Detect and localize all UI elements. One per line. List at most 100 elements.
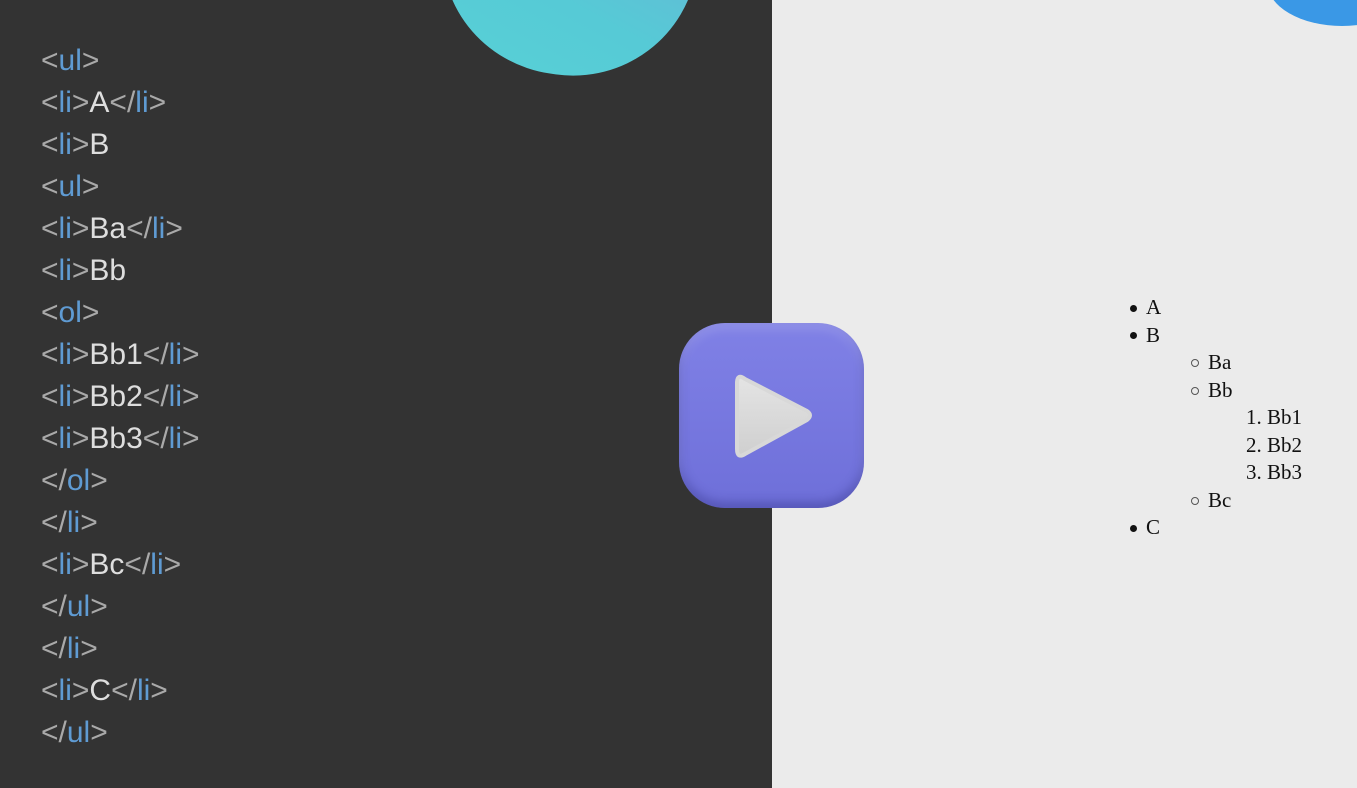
list-number: 3. [1246,460,1267,484]
list-item-text: Bb1 [1267,405,1303,429]
code-bracket: > [165,212,183,245]
code-bracket: < [41,86,59,119]
code-tag-name: li [58,674,72,707]
code-bracket: > [71,338,90,371]
code-text: A [89,86,110,119]
code-bracket: > [90,590,108,623]
list-item-text: A [1146,295,1162,319]
bullet-disc-icon [1130,524,1137,532]
code-tag-name: li [150,548,164,581]
list-item: 3. Bb3 [1120,459,1302,487]
code-tag-name: li [136,674,151,707]
code-bracket: > [90,716,108,749]
code-line: <li>Bb [41,250,200,292]
code-bracket: </ [41,632,67,665]
code-tag-name: li [135,86,149,119]
code-line: </ol> [41,460,200,502]
play-icon [735,374,812,458]
code-line: </li> [41,502,200,544]
code-tag-name: li [151,212,166,245]
code-bracket: </ [142,422,169,455]
code-bracket: > [71,128,90,161]
code-text: Bc [89,548,125,581]
code-line: <ul> [41,166,200,208]
code-line: <ul> [41,40,200,82]
bullet-disc-icon [1130,304,1137,312]
list-item-text: C [1146,515,1161,539]
code-bracket: </ [109,86,136,119]
list-item: 1. Bb1 [1120,404,1302,432]
code-bracket: < [41,128,59,161]
code-bracket: > [163,548,182,581]
decorative-blob-corner [1267,0,1357,26]
list-number: 2. [1246,432,1267,457]
code-line: <li>C</li> [41,670,200,712]
list-item: B [1120,322,1302,350]
code-bracket: > [80,506,98,539]
code-bracket: < [41,380,59,413]
code-text: Ba [89,212,127,245]
code-tag-name: ul [66,716,91,749]
code-tag-name: li [58,380,72,413]
code-bracket: < [41,548,59,581]
list-item-text: Bb [1208,377,1233,402]
code-line: <li>B [41,124,200,166]
code-tag-name: ol [66,464,91,497]
code-tag-name: li [168,338,182,371]
code-tag-name: li [168,422,182,455]
code-bracket: </ [142,380,169,413]
bullet-circle-icon [1191,386,1199,395]
code-text: Bb3 [89,422,143,455]
code-line: </ul> [41,586,200,628]
code-bracket: > [71,548,90,581]
code-bracket: > [81,170,100,203]
list-item: A [1120,294,1302,322]
code-bracket: </ [142,338,169,371]
list-item-text: B [1146,322,1161,347]
code-bracket: < [41,170,59,203]
list-item-text: Bc [1208,487,1232,512]
code-line: <li>Bb3</li> [41,418,200,460]
code-text: B [89,128,110,161]
code-tag-name: li [58,548,72,581]
code-text: C [89,674,112,707]
code-text: Bb1 [89,338,143,371]
code-bracket: < [41,296,59,329]
list-item-text: Bb3 [1267,460,1303,484]
code-tag-name: ul [58,170,82,203]
code-bracket: > [71,212,90,245]
code-line: <li>Ba</li> [41,208,200,250]
list-item: Ba [1120,349,1302,377]
decorative-blob [426,0,709,92]
code-bracket: </ [111,674,137,707]
code-tag-name: ol [58,296,82,329]
bullet-circle-icon [1191,496,1199,505]
list-item-text: Ba [1208,350,1232,374]
code-bracket: > [182,338,200,371]
code-line: </li> [41,628,200,670]
code-bracket: < [41,674,59,707]
code-tag-name: li [58,128,72,161]
code-tag-name: li [66,632,81,665]
code-bracket: > [81,296,100,329]
code-bracket: > [71,422,90,455]
code-bracket: </ [41,716,67,749]
code-tag-name: li [58,422,72,455]
code-panel: <ul> <li>A</li> <li>B <ul> <li>Ba</li> <li>Bb… [0,0,772,788]
code-tag-name: li [58,338,72,371]
code-bracket: </ [41,506,67,539]
code-line: </ul> [41,712,200,754]
code-bracket: </ [41,464,67,497]
code-bracket: > [80,632,98,665]
bullet-circle-icon [1191,359,1199,368]
code-tag-name: li [168,380,182,413]
list-item: 2. Bb2 [1120,432,1302,460]
play-button[interactable] [679,323,864,508]
code-tag-name: li [58,254,72,287]
code-bracket: > [71,674,90,707]
code-tag-name: li [66,506,81,539]
code-bracket: </ [124,548,151,581]
list-item: Bb [1120,377,1302,405]
code-text: Bb2 [89,380,143,413]
bullet-disc-icon [1130,332,1137,340]
